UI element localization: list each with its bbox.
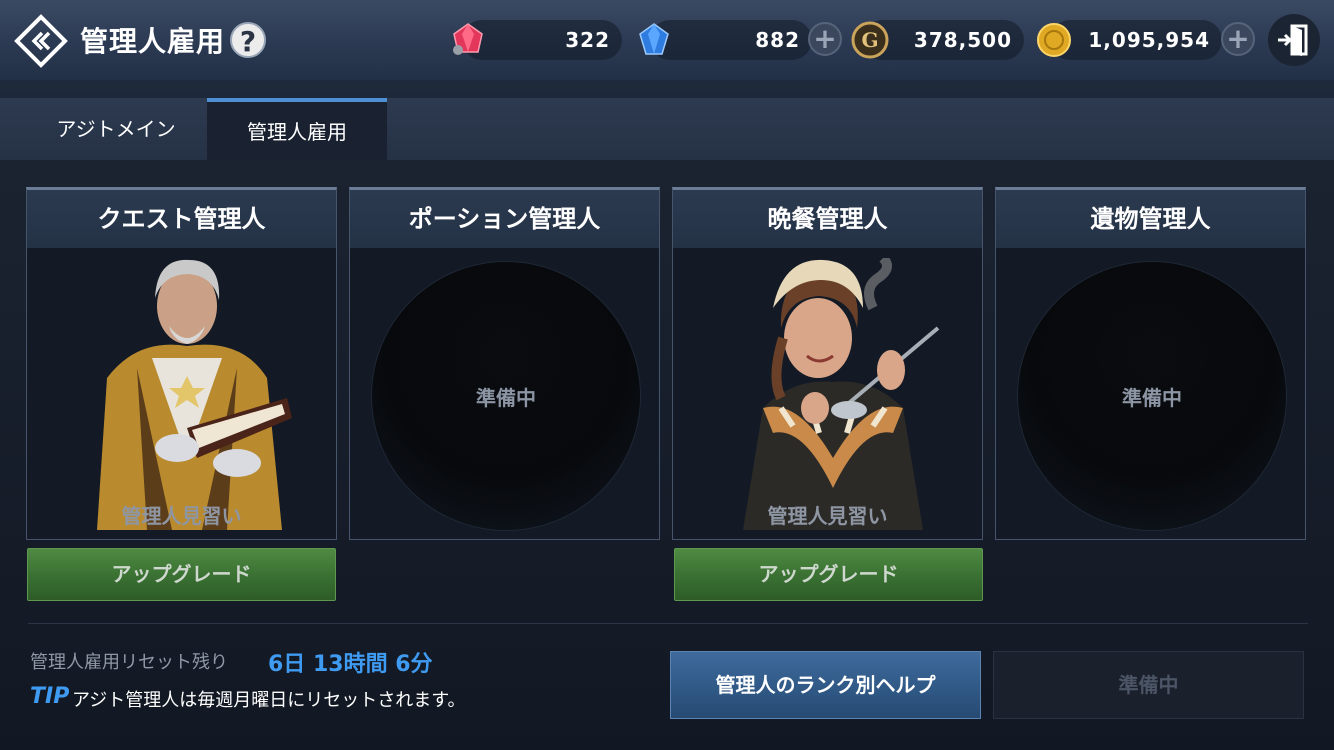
dinner-manager-card[interactable]: 晩餐管理人 管理人見習い bbox=[672, 187, 983, 540]
coin-add-button[interactable]: + bbox=[1221, 22, 1255, 56]
top-bar: 管理人雇用 ? 322 882 + 378,500 G 1,095,954 + bbox=[0, 0, 1334, 81]
pending-button: 準備中 bbox=[993, 651, 1304, 719]
relic-manager-card: 遺物管理人 準備中 bbox=[995, 187, 1306, 540]
exit-button[interactable] bbox=[1268, 14, 1320, 66]
page-title: 管理人雇用 bbox=[80, 25, 226, 58]
dinner-manager-upgrade-button[interactable]: アップグレード bbox=[674, 548, 983, 601]
dinner-manager-portrait bbox=[743, 258, 940, 530]
back-chevron-icon bbox=[14, 14, 68, 68]
rank-label: 管理人見習い bbox=[767, 504, 888, 528]
sapphire-counter: 882 bbox=[650, 20, 812, 60]
card-title: ポーション管理人 bbox=[350, 190, 659, 248]
ruby-amount: 322 bbox=[565, 28, 610, 52]
divider bbox=[28, 623, 1308, 624]
rank-label: 管理人見習い bbox=[121, 504, 242, 528]
g-medal-icon: G bbox=[851, 21, 889, 59]
pending-label: 準備中 bbox=[476, 386, 536, 410]
sapphire-gem-icon bbox=[639, 23, 669, 55]
sapphire-amount: 882 bbox=[755, 28, 800, 52]
card-title: 晩餐管理人 bbox=[673, 190, 982, 248]
rank-help-button[interactable]: 管理人のランク別ヘルプ bbox=[670, 651, 981, 719]
exit-door-icon bbox=[1278, 24, 1308, 56]
reset-countdown-label: 管理人雇用リセット残り bbox=[30, 652, 228, 673]
tab-hideout-main[interactable]: アジトメイン bbox=[26, 98, 206, 160]
ruby-gem-icon bbox=[453, 23, 483, 55]
quest-manager-portrait bbox=[97, 259, 292, 530]
quest-manager-upgrade-button[interactable]: アップグレード bbox=[27, 548, 336, 601]
svg-text:G: G bbox=[861, 28, 878, 52]
reset-countdown-time: 6日 13時間 6分 bbox=[268, 652, 433, 677]
tip-text: アジト管理人は毎週月曜日にリセットされます。 bbox=[72, 690, 466, 711]
back-button[interactable] bbox=[14, 14, 68, 68]
card-title: 遺物管理人 bbox=[996, 190, 1305, 248]
card-body: 管理人見習い bbox=[673, 248, 982, 539]
empty-portrait-circle: 準備中 bbox=[1018, 262, 1286, 530]
coin-counter: 1,095,954 bbox=[1050, 20, 1222, 60]
sapphire-add-button[interactable]: + bbox=[808, 22, 842, 56]
quest-manager-card[interactable]: クエスト管理人 管理人見習い bbox=[26, 187, 337, 540]
coin-amount: 1,095,954 bbox=[1088, 28, 1210, 52]
gold-coin-icon bbox=[1037, 23, 1071, 57]
empty-portrait-circle: 準備中 bbox=[372, 262, 640, 530]
card-title: クエスト管理人 bbox=[27, 190, 336, 248]
card-body: 準備中 bbox=[996, 248, 1305, 539]
tab-manager-hire[interactable]: 管理人雇用 bbox=[207, 98, 387, 160]
potion-manager-card: ポーション管理人 準備中 bbox=[349, 187, 660, 540]
card-body: 準備中 bbox=[350, 248, 659, 539]
tip-mark: TIP bbox=[30, 684, 70, 709]
pending-label: 準備中 bbox=[1122, 386, 1182, 410]
gold-g-amount: 378,500 bbox=[913, 28, 1012, 52]
help-button[interactable]: ? bbox=[230, 22, 266, 58]
card-body: 管理人見習い bbox=[27, 248, 336, 539]
